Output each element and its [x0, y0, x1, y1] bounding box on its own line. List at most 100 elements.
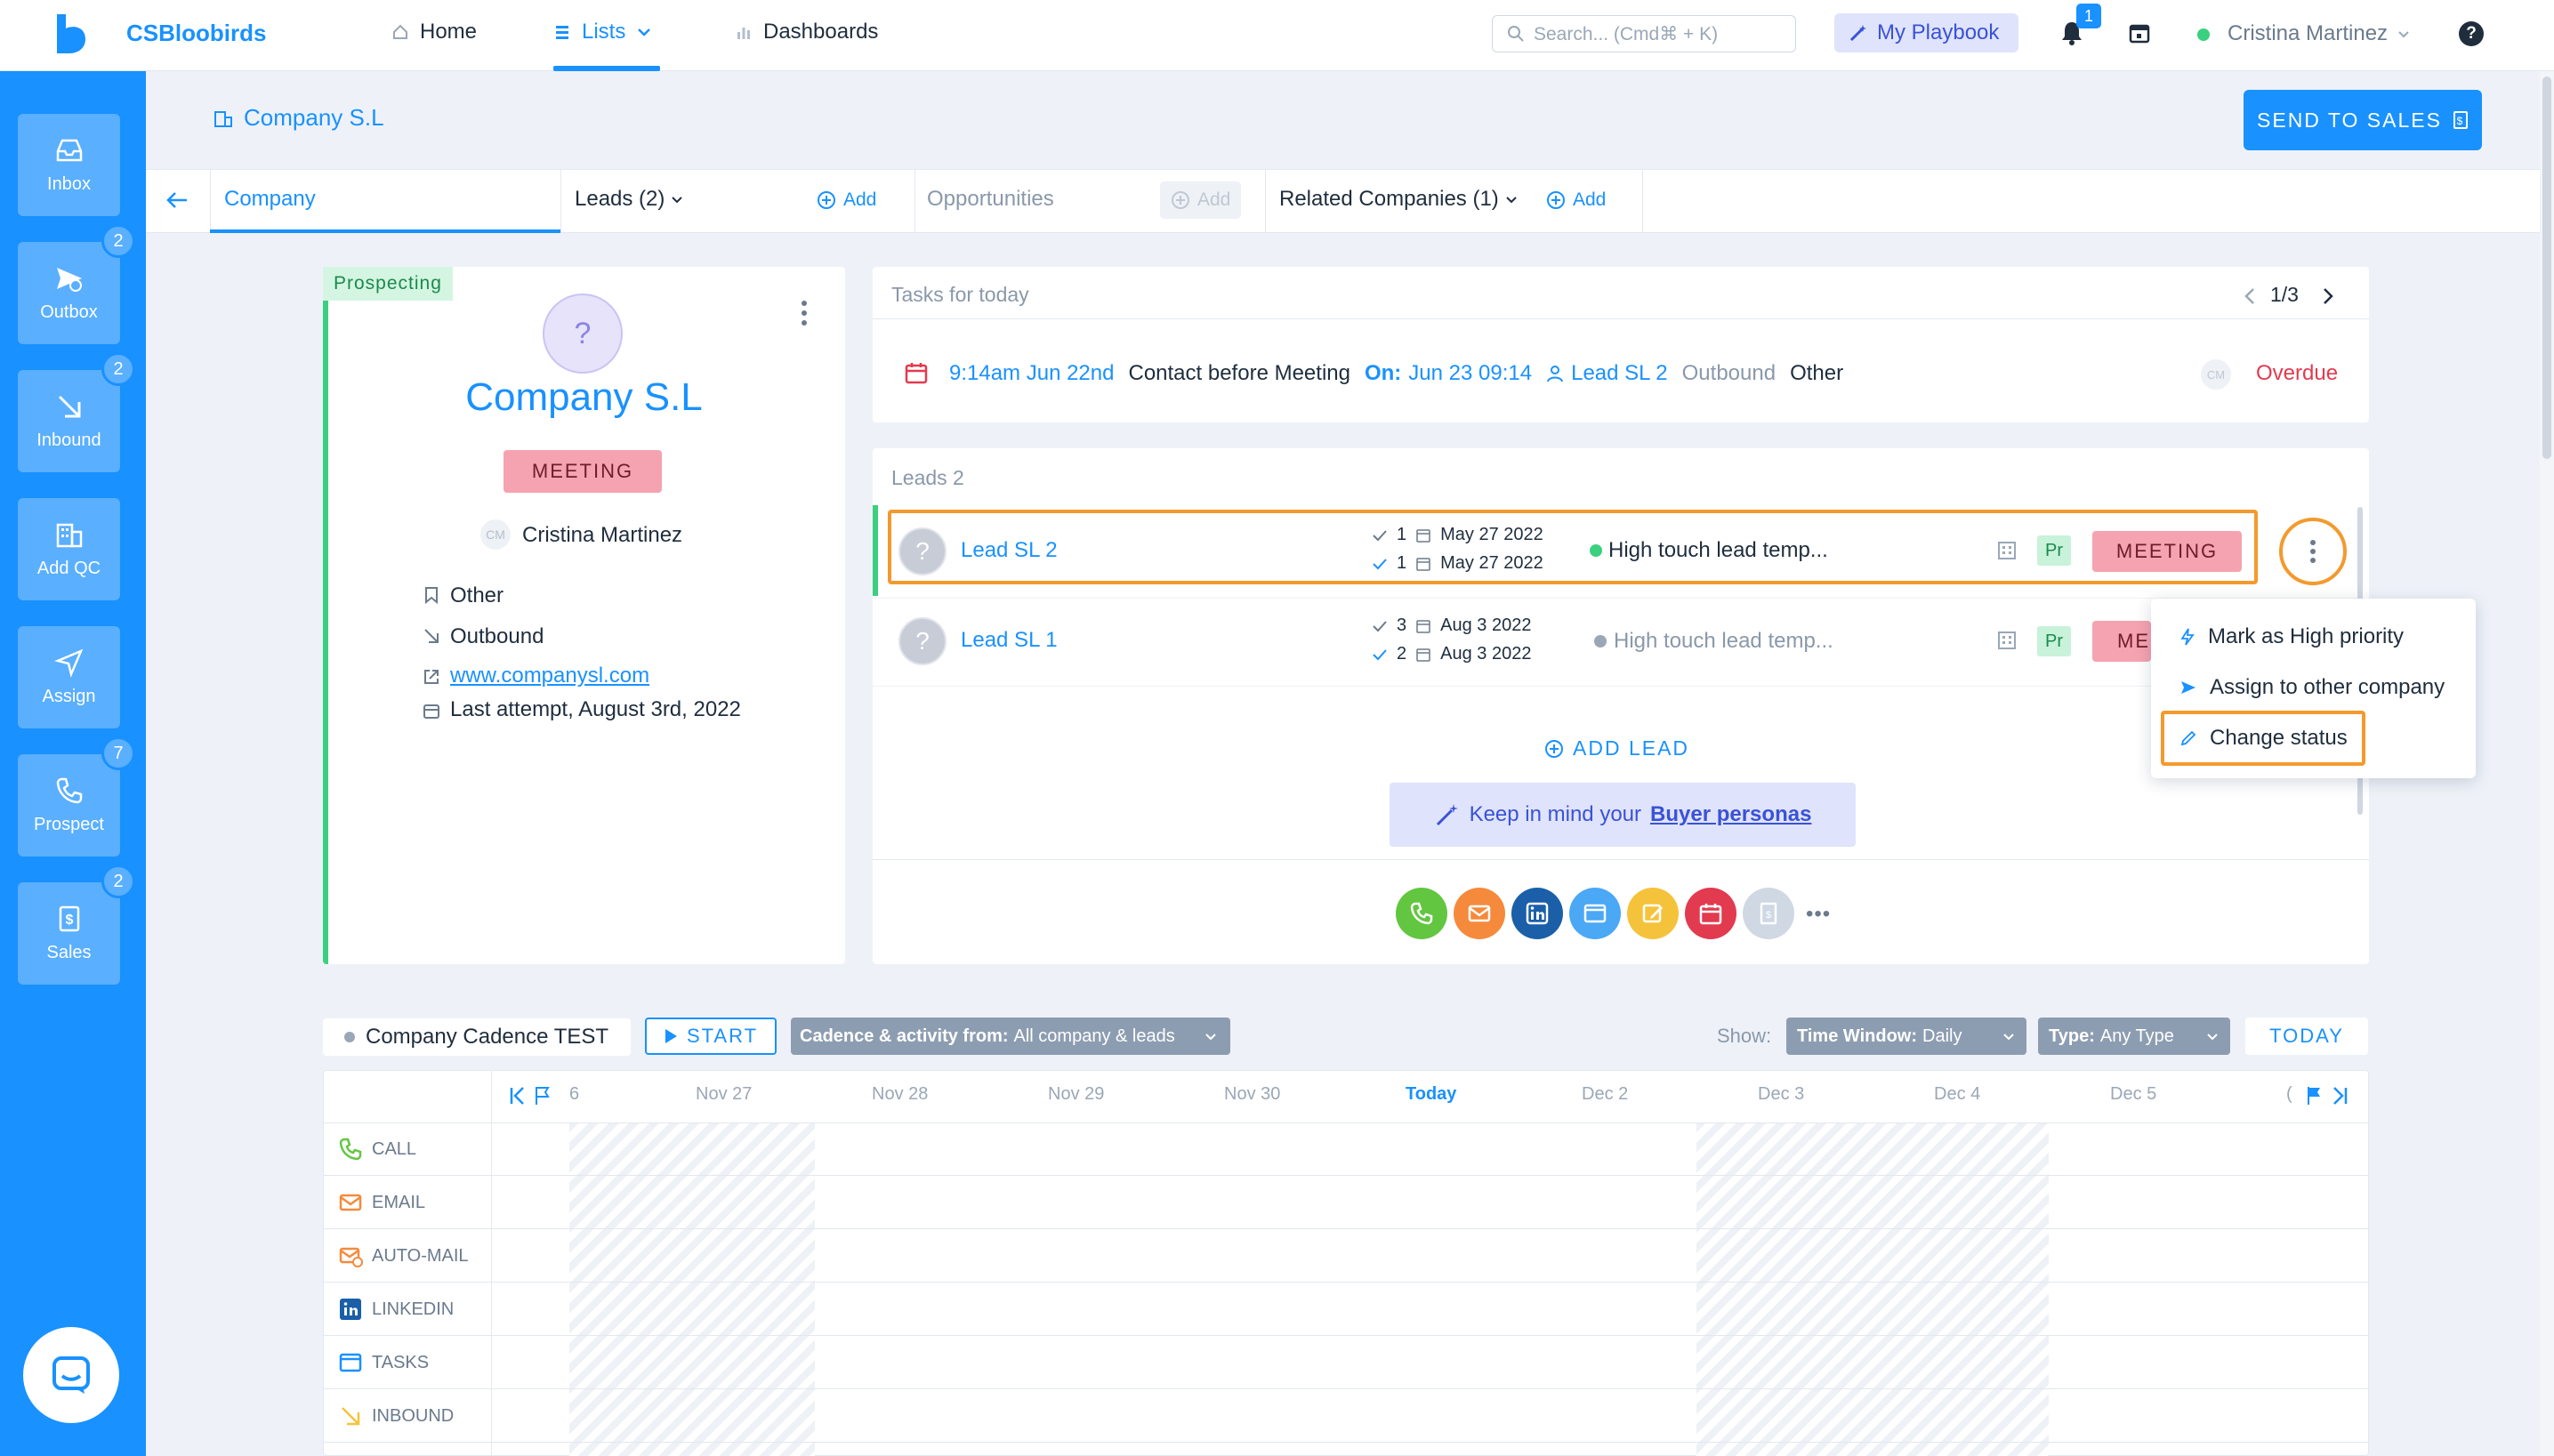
dollar-icon: $ [59, 905, 79, 932]
lead-status-badge[interactable]: MEETING [2092, 531, 2242, 572]
activity-date: May 27 2022 [1440, 553, 1543, 573]
navigation-arrow-icon [53, 648, 83, 678]
send-to-sales-button[interactable]: SEND TO SALES $ [2244, 90, 2482, 150]
email-button[interactable] [1454, 888, 1505, 939]
tab-company-active-indicator [210, 229, 560, 233]
sidebar-item-inbound[interactable]: Inbound [18, 370, 120, 472]
skip-end-icon[interactable] [2331, 1085, 2349, 1106]
add-lead-tab-button[interactable]: Add [806, 181, 887, 219]
lead-activity-1: 1 May 27 2022 [1372, 525, 1543, 545]
tab-related-companies[interactable]: Related Companies (1) [1279, 187, 1519, 212]
task-row[interactable]: 9:14am Jun 22nd Contact before Meeting O… [949, 361, 1843, 386]
chat-launcher-button[interactable] [23, 1327, 119, 1423]
add-related-company-button[interactable]: Add [1535, 181, 1616, 219]
time-window-select[interactable]: Time Window: Daily [1786, 1018, 2026, 1055]
activity-type-select[interactable]: Type: Any Type [2038, 1018, 2230, 1055]
sidebar-item-add-qc[interactable]: Add QC [18, 498, 120, 600]
filter-value: All company & leads [1013, 1026, 1175, 1046]
start-cadence-button[interactable]: START [645, 1018, 777, 1055]
user-icon [1547, 366, 1564, 382]
stage-badge: Prospecting [323, 267, 453, 301]
calendar-icon[interactable] [2128, 21, 2151, 44]
buyer-note: Keep in mind your [1469, 802, 1642, 826]
tasks-button[interactable] [1569, 888, 1621, 939]
chevron-left-icon[interactable] [2244, 286, 2256, 306]
sidebar-item-outbox[interactable]: Outbox [18, 242, 120, 344]
menu-item-high-priority[interactable]: Mark as High priority [2179, 624, 2404, 649]
add-lead-button[interactable]: ADD LEAD [1544, 736, 1689, 760]
company-status-badge[interactable]: MEETING [504, 450, 662, 493]
lead-name-link[interactable]: Lead SL 1 [961, 628, 1058, 653]
chat-icon [52, 1356, 90, 1394]
arrow-down-right-icon [342, 1407, 360, 1426]
my-playbook-button[interactable]: My Playbook [1834, 13, 2018, 52]
company-name: Company S.L [465, 375, 703, 419]
call-button[interactable] [1396, 888, 1447, 939]
timeline-row-linkedin: LINKEDIN [338, 1297, 454, 1322]
prospect-count-badge: 7 [101, 736, 135, 770]
tab-company[interactable]: Company [224, 187, 316, 212]
send-icon [2181, 681, 2195, 694]
more-vertical-icon[interactable] [799, 299, 810, 327]
company-source: Other [450, 583, 504, 607]
pencil-icon [2180, 730, 2196, 746]
linkedin-button[interactable] [1511, 888, 1563, 939]
calendar-icon [1416, 619, 1430, 633]
breadcrumb[interactable]: Company S.L [214, 104, 384, 132]
tab-leads[interactable]: Leads (2) [575, 187, 684, 212]
building-icon [1998, 542, 2016, 559]
app-name[interactable]: CSBloobirds [126, 20, 266, 47]
task-lead-link[interactable]: Lead SL 2 [1571, 361, 1668, 386]
company-website-link[interactable]: www.companysl.com [450, 664, 649, 688]
timeline-day: 6 [569, 1084, 580, 1104]
skip-start-icon[interactable] [509, 1085, 527, 1106]
cadence-activity-filter[interactable]: Cadence & activity from: All company & l… [791, 1018, 1230, 1055]
lead-name-link[interactable]: Lead SL 2 [961, 538, 1058, 563]
nav-lists[interactable]: Lists [553, 20, 652, 44]
flag-icon[interactable] [534, 1085, 552, 1106]
more-actions-icon[interactable]: ••• [1806, 902, 1831, 927]
back-arrow-icon[interactable] [165, 190, 189, 210]
check-icon [1373, 648, 1387, 660]
help-icon[interactable]: ? [2459, 21, 2484, 46]
magic-wand-icon [1849, 25, 1866, 42]
timeline-row [323, 1336, 2369, 1389]
bloobirds-logo-icon[interactable] [53, 12, 89, 53]
bar-chart-icon [737, 28, 750, 39]
task-source: Other [1790, 361, 1844, 385]
nav-dashboards[interactable]: Dashboards [735, 20, 878, 44]
company-direction: Outbound [450, 624, 544, 648]
chevron-right-icon[interactable] [2322, 286, 2334, 306]
note-button[interactable] [1627, 888, 1679, 939]
activity-count: 1 [1397, 525, 1407, 544]
sidebar-item-sales[interactable]: $ Sales [18, 882, 120, 985]
sidebar-item-assign[interactable]: Assign [18, 626, 120, 728]
task-status-overdue: Overdue [2256, 361, 2339, 385]
top-bar [0, 0, 2554, 71]
filter-label: Cadence & activity from: [800, 1026, 1009, 1046]
inbox-icon [56, 139, 82, 162]
today-button[interactable]: TODAY [2245, 1018, 2368, 1055]
lead-avatar: ? [898, 527, 947, 575]
activity-date: May 27 2022 [1440, 525, 1543, 544]
plus-circle-icon [1545, 739, 1563, 758]
row-label: AUTO-MAIL [372, 1245, 469, 1266]
buyer-personas-link[interactable]: Buyer personas [1650, 802, 1811, 827]
menu-item-assign-company[interactable]: Assign to other company [2179, 675, 2445, 700]
sidebar-item-prospect[interactable]: Prospect [18, 754, 120, 857]
menu-item-change-status[interactable]: Change status [2179, 726, 2348, 751]
search-input[interactable]: Search... (Cmd⌘ + K) [1492, 15, 1796, 52]
meeting-button[interactable] [1685, 888, 1736, 939]
lead-more-button[interactable] [2279, 518, 2347, 585]
sidebar-item-inbox[interactable]: Inbox [18, 114, 120, 216]
start-label: START [686, 1025, 759, 1047]
nav-dashboards-label: Dashboards [763, 20, 879, 44]
flag-icon[interactable] [2306, 1085, 2324, 1106]
phone-icon [56, 777, 82, 804]
page-scrollbar-thumb[interactable] [2542, 76, 2551, 459]
user-menu[interactable]: Cristina Martinez [2228, 21, 2411, 46]
tab-opportunities[interactable]: Opportunities [927, 187, 1054, 212]
lead-status-badge[interactable]: ME [2092, 621, 2151, 662]
nav-home[interactable]: Home [391, 20, 477, 44]
sales-document-button[interactable]: $ [1743, 888, 1794, 939]
